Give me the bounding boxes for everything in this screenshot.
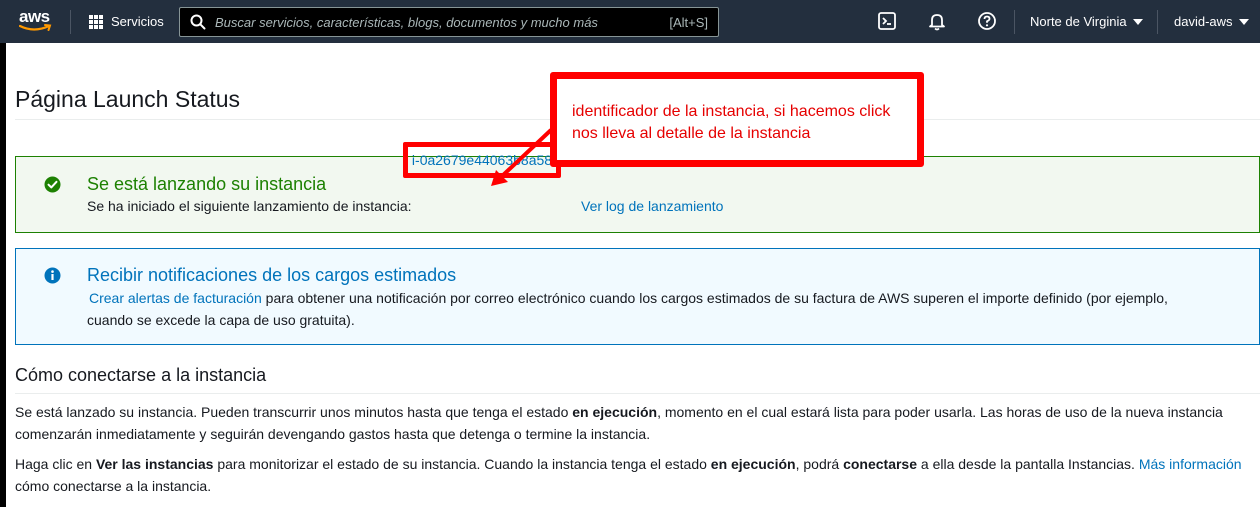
aws-smile-icon [19,24,52,31]
launch-message: Se ha iniciado el siguiente lanzamiento … [87,198,412,214]
check-circle-icon [44,176,61,193]
info-circle-icon [44,267,61,284]
account-label: david-aws [1174,14,1233,29]
nav-divider [70,10,71,34]
info-alert-title: Recibir notificaciones de los cargos est… [87,265,457,285]
services-menu-button[interactable]: Servicios [89,0,164,43]
annotation-callout: identificador de la instancia, si hacemo… [550,72,924,167]
search-bar[interactable]: [Alt+S] [179,7,719,37]
caret-down-icon [1238,18,1249,25]
region-label: Norte de Virginia [1030,14,1127,29]
instance-id-highlight: i-0a2679e44063b8a58 [403,142,561,178]
nav-divider [1014,10,1015,34]
connect-section-title: Cómo conectarse a la instancia [15,365,267,385]
text-span: para monitorizar el estado de su instanc… [213,456,711,472]
services-label: Servicios [111,14,164,29]
text-span: Haga clic en [15,456,96,472]
text-span: cómo conectarse a la instancia. [15,478,212,494]
grid-icon [89,14,103,29]
more-info-link[interactable]: Más información [1139,456,1242,472]
terminal-icon[interactable] [877,11,897,31]
bold-running-state: en ejecución [710,456,796,472]
bold-running-state: en ejecución [572,404,658,420]
nav-divider [1157,10,1158,34]
create-billing-alerts-link[interactable]: Crear alertas de facturación [89,290,262,306]
bold-view-instances: Ver las instancias [95,456,214,472]
aws-logo[interactable]: aws [17,7,57,35]
bold-connect: conectarse [843,456,918,472]
region-selector[interactable]: Norte de Virginia [1030,0,1143,43]
account-menu[interactable]: david-aws [1174,0,1249,43]
bell-icon[interactable] [927,11,947,31]
view-launch-log-link[interactable]: Ver log de lanzamiento [581,195,723,217]
top-navigation: aws Servicios [Alt+S] Norte de Virginia [0,0,1260,43]
search-icon [190,14,206,30]
success-alert-body: Se ha iniciado el siguiente lanzamiento … [87,195,723,217]
search-input[interactable] [215,14,670,30]
search-shortcut: [Alt+S] [669,14,708,30]
info-alert: Recibir notificaciones de los cargos est… [15,248,1260,345]
page-title: Página Launch Status [15,86,241,112]
annotation-text: identificador de la instancia, si hacemo… [572,103,891,142]
text-span: Se está lanzado su instancia. Pueden tra… [15,404,573,420]
help-icon[interactable] [977,11,997,31]
connect-paragraph-2: Haga clic en Ver las instancias para mon… [15,453,1255,497]
connect-paragraph-1: Se está lanzado su instancia. Pueden tra… [15,401,1255,445]
success-alert: Se está lanzando su instancia Se ha inic… [15,156,1260,233]
text-span: a ella desde la pantalla Instancias. [917,456,1139,472]
success-alert-title: Se está lanzando su instancia [87,174,327,194]
caret-down-icon [1132,18,1143,25]
instance-id-link[interactable]: i-0a2679e44063b8a58 [412,152,552,168]
section-divider [15,393,1260,394]
text-span: , podrá [795,456,844,472]
info-alert-body: Crear alertas de facturación para obtene… [87,287,1217,331]
